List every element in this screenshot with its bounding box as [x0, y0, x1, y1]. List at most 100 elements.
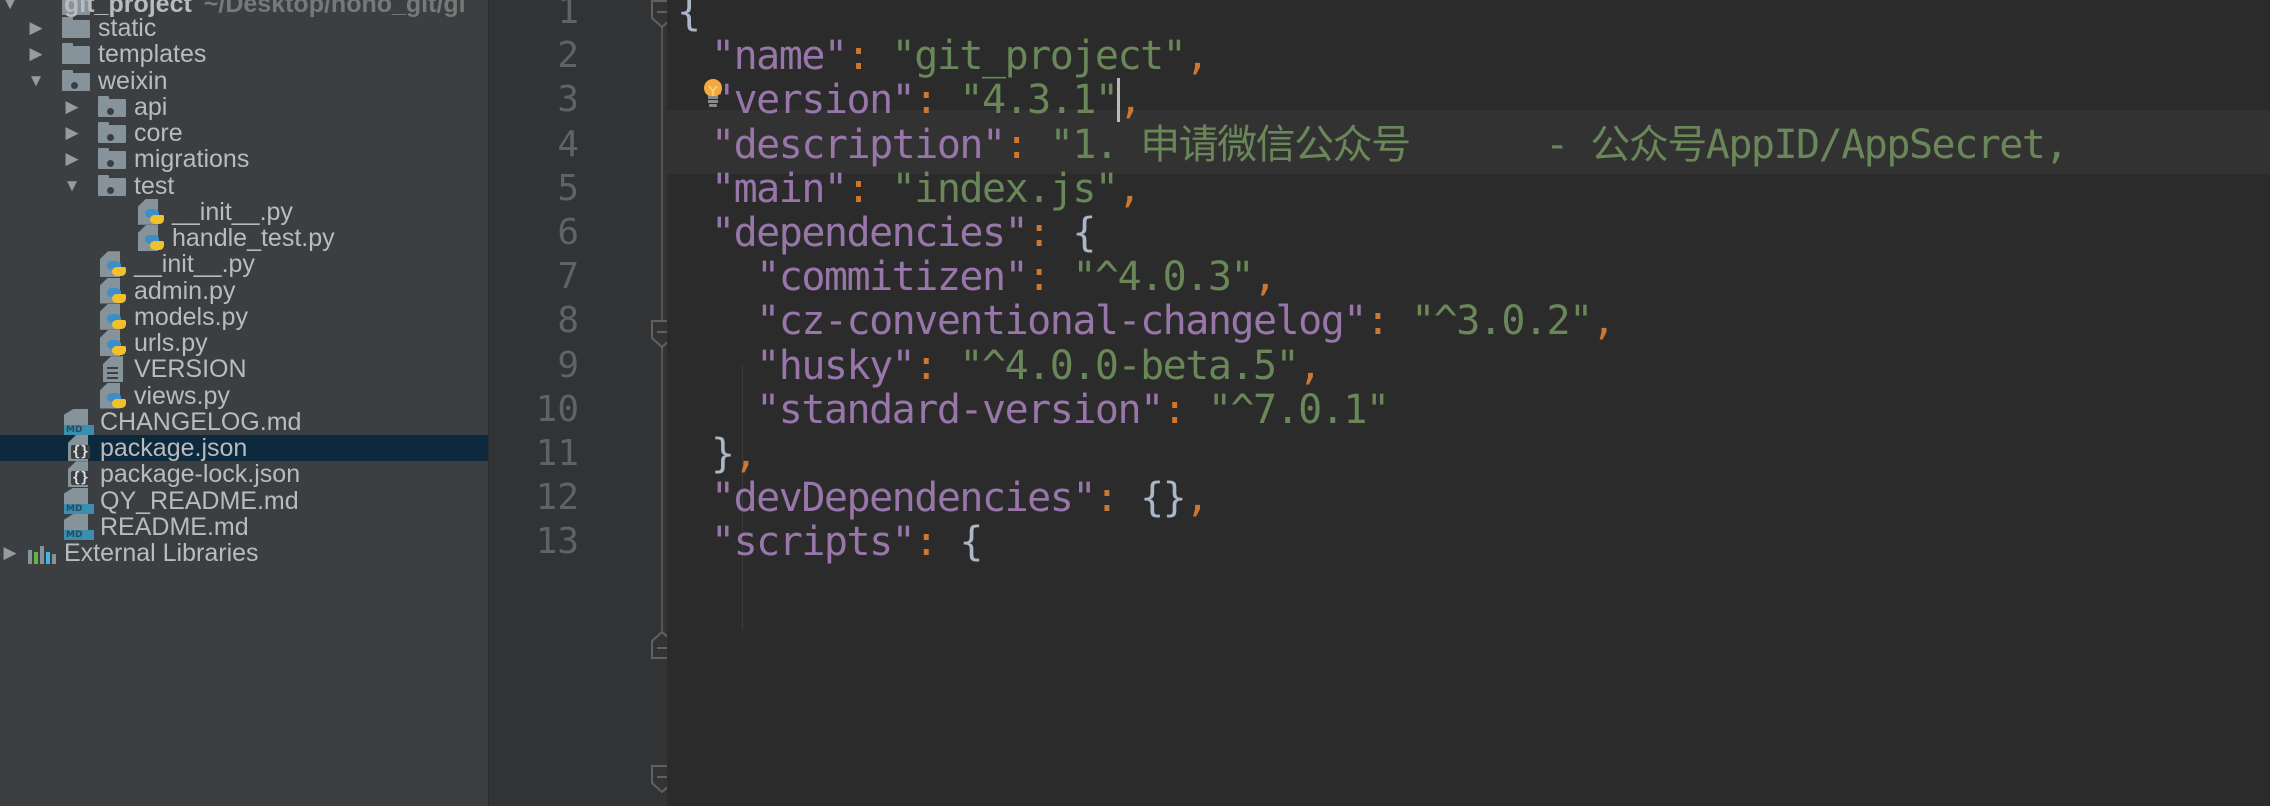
code-line[interactable]: }, — [711, 431, 758, 477]
tree-item-label: templates — [98, 40, 207, 69]
tree-item[interactable]: ▶ api — [0, 94, 488, 120]
json-file-icon: {} — [66, 435, 94, 461]
line-number: 11 — [535, 433, 579, 474]
code-line[interactable]: { — [677, 0, 701, 35]
punctuation: , — [1118, 77, 1143, 124]
brace: { — [677, 0, 701, 35]
code-line[interactable]: "devDependencies": {}, — [711, 475, 1209, 522]
tree-item[interactable]: MD README.md — [0, 513, 488, 540]
punctuation: : — [1094, 475, 1141, 522]
json-key: "standard-version" — [756, 386, 1164, 433]
tree-item[interactable]: ▶ External Libraries — [0, 540, 488, 566]
tree-item[interactable]: views.py — [0, 382, 488, 409]
tree-item[interactable]: MD QY_README.md — [0, 487, 488, 514]
external-libraries-icon — [28, 540, 56, 564]
module-folder-icon — [98, 148, 126, 170]
markdown-file-icon: MD — [64, 408, 94, 435]
tree-item-label: urls.py — [134, 329, 208, 357]
tree-item[interactable]: ▶ static — [0, 15, 488, 41]
python-file-icon — [100, 382, 128, 409]
punctuation: : — [914, 519, 960, 566]
lightbulb-icon[interactable] — [702, 78, 724, 110]
tree-item-label: admin.py — [134, 276, 236, 305]
expand-arrow-icon[interactable]: ▶ — [62, 94, 82, 120]
punctuation: : — [1365, 298, 1412, 345]
code-line[interactable]: "commitizen": "^4.0.3", — [711, 254, 1277, 301]
tree-item-label: External Libraries — [64, 539, 259, 567]
tree-item-label: core — [134, 119, 183, 147]
collapse-arrow-icon[interactable]: ▼ — [62, 173, 82, 199]
expand-arrow-icon[interactable]: ▶ — [62, 120, 82, 146]
tree-item[interactable]: {} package.json — [0, 435, 488, 461]
punctuation: , — [1298, 342, 1322, 389]
json-key: "version" — [711, 77, 916, 124]
tree-item[interactable]: VERSION — [0, 355, 488, 384]
punctuation: : — [1027, 254, 1073, 301]
tree-item[interactable]: __init__.py — [0, 251, 488, 278]
line-number: 2 — [557, 35, 579, 77]
code-line[interactable]: "standard-version": "^7.0.1" — [711, 386, 1390, 433]
expand-arrow-icon[interactable]: ▶ — [26, 15, 46, 41]
collapse-arrow-icon[interactable]: ▼ — [26, 68, 46, 94]
code-line[interactable]: "version": "4.3.1", — [711, 77, 1143, 124]
expand-arrow-icon[interactable]: ▶ — [0, 540, 20, 566]
code-line[interactable]: "husky": "^4.0.0-beta.5", — [711, 342, 1322, 389]
tree-item[interactable]: ▶ core — [0, 120, 488, 146]
json-key: "commitizen" — [756, 254, 1028, 301]
expand-arrow-icon[interactable]: ▶ — [62, 146, 82, 172]
line-number: 4 — [557, 123, 579, 165]
tree-item[interactable]: ▼ weixin — [0, 68, 488, 94]
line-number: 6 — [557, 212, 579, 253]
line-number: 3 — [557, 79, 579, 121]
line-number: 10 — [535, 388, 579, 430]
brace: {} — [1140, 475, 1187, 522]
punctuation: , — [733, 431, 758, 477]
tree-item[interactable]: models.py — [0, 303, 488, 330]
code-line[interactable]: "description": "1. 申请微信公众号 - 公众号AppID/Ap… — [711, 121, 2069, 168]
tree-item[interactable]: handle_test.py — [0, 225, 488, 251]
json-key: "scripts" — [711, 519, 916, 566]
tree-item[interactable]: ▼ test — [0, 173, 488, 199]
json-string: "^4.0.3" — [1072, 254, 1254, 301]
punctuation: , — [1185, 475, 1209, 522]
line-number: 9 — [557, 344, 579, 386]
punctuation: : — [846, 33, 892, 80]
module-folder-icon — [98, 95, 126, 117]
python-file-icon — [138, 225, 166, 251]
python-file-icon — [100, 277, 128, 304]
tree-item-label: VERSION — [134, 355, 247, 384]
tree-item[interactable]: ▶ templates — [0, 41, 488, 67]
tree-item[interactable]: __init__.py — [0, 197, 488, 226]
punctuation: : — [846, 165, 892, 212]
code-line[interactable]: "dependencies": { — [711, 210, 1096, 256]
json-string: "4.3.1" — [959, 77, 1119, 124]
punctuation: : — [1004, 121, 1050, 168]
tree-item[interactable]: admin.py — [0, 276, 488, 305]
editor-gutter: 1 2 3 4 5 6 7 8 9 10 11 12 13 — [488, 0, 673, 806]
expand-arrow-icon[interactable]: ▶ — [26, 41, 46, 67]
tree-item[interactable]: {} package-lock.json — [0, 461, 488, 488]
line-number: 7 — [557, 256, 579, 298]
module-folder-icon — [62, 69, 90, 91]
code-line[interactable]: "main": "index.js", — [711, 165, 1142, 212]
project-tree-panel: ▼ git_project ~/Desktop/nono_git/gi ▶ stat… — [0, 0, 488, 806]
punctuation: : — [1162, 386, 1208, 433]
tree-item[interactable]: ▶ migrations — [0, 146, 488, 172]
json-file-icon: {} — [66, 461, 94, 488]
json-string: "git_project" — [891, 33, 1187, 80]
code-line[interactable]: "name": "git_project", — [711, 33, 1209, 80]
line-number: 12 — [535, 477, 579, 519]
line-number: 1 — [557, 0, 579, 32]
python-file-icon — [100, 330, 128, 356]
brace: { — [1072, 210, 1096, 256]
code-editor[interactable]: {"name": "git_project", "version": "4.3.1… — [667, 0, 2270, 806]
tree-item[interactable]: MD CHANGELOG.md — [0, 408, 488, 435]
tree-item-label: __init__.py — [172, 197, 293, 226]
code-line[interactable]: "scripts": { — [711, 519, 983, 566]
markdown-file-icon: MD — [64, 513, 94, 540]
code-line[interactable]: "cz-conventional-changelog": "^3.0.2", — [711, 298, 1616, 345]
tree-item[interactable]: urls.py — [0, 330, 488, 356]
json-key: "name" — [711, 33, 848, 80]
